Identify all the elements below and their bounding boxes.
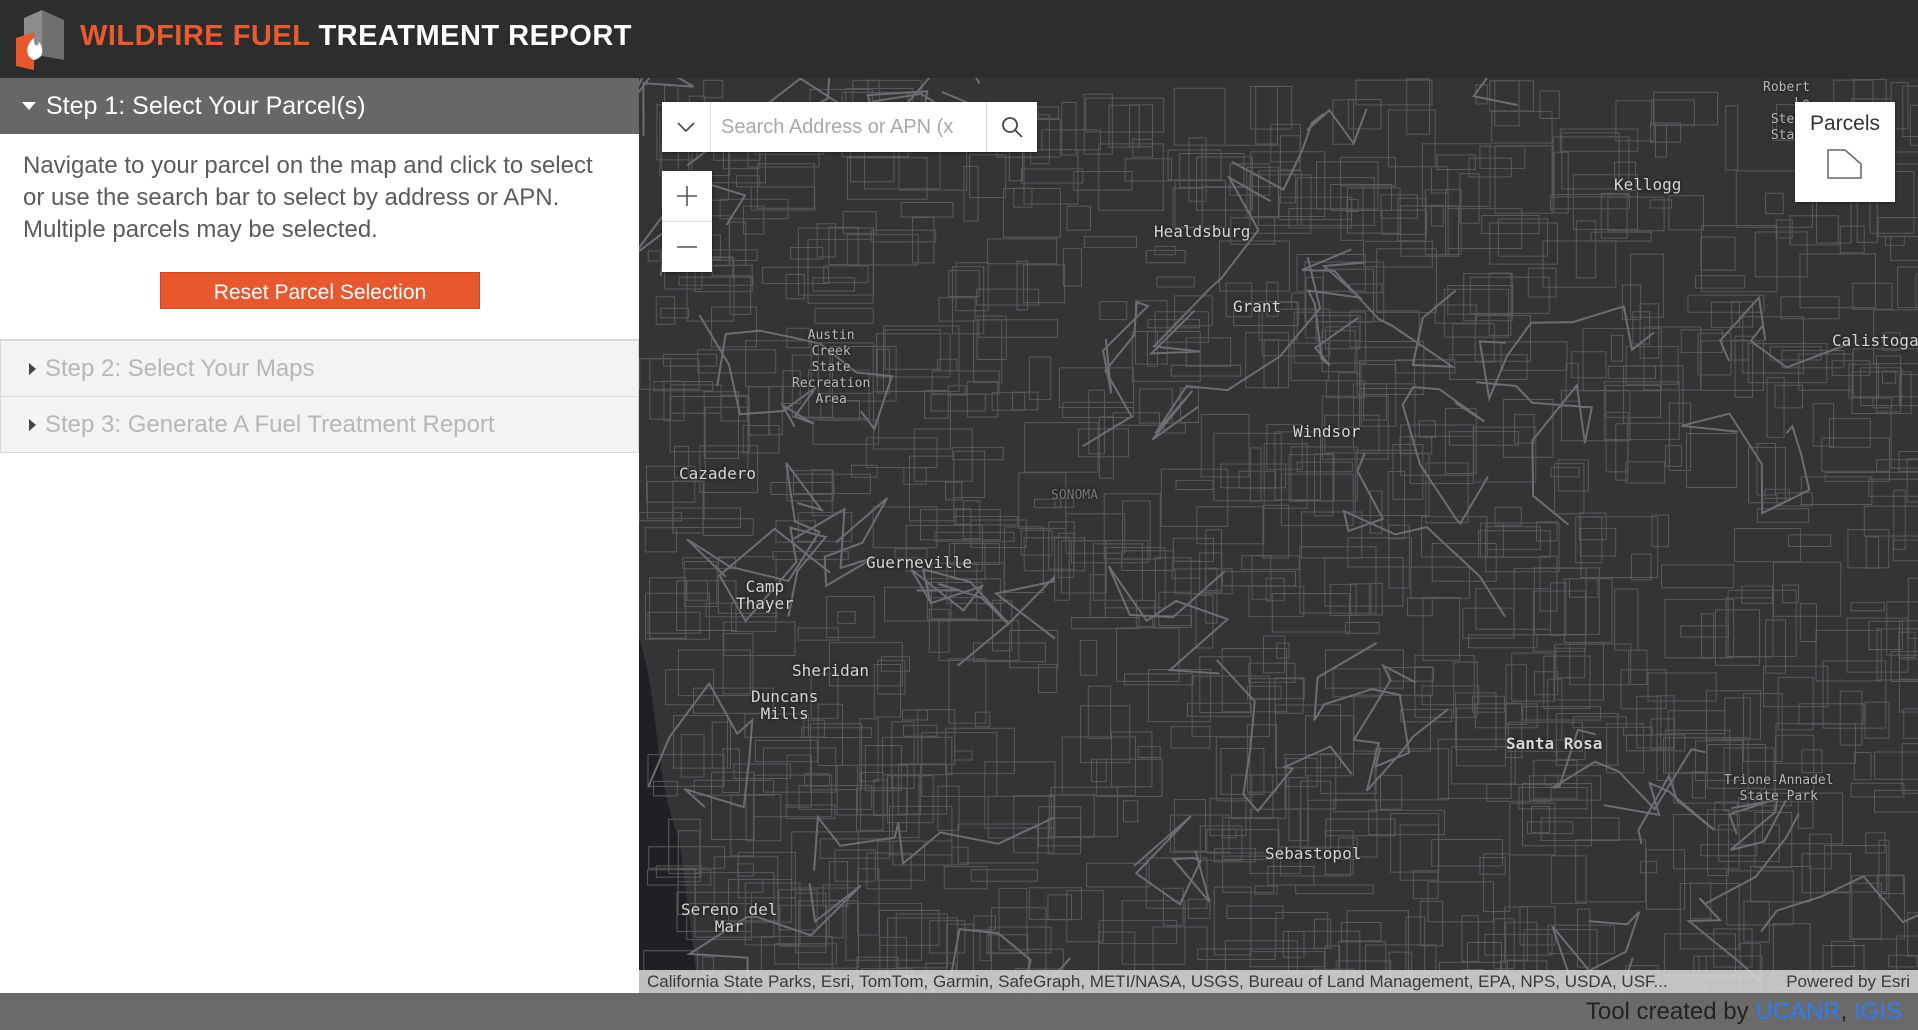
step2-label: Step 2: Select Your Maps — [45, 354, 315, 382]
search-button[interactable] — [986, 102, 1037, 152]
caret-right-icon — [29, 418, 36, 431]
zoom-in-button[interactable] — [662, 171, 712, 222]
place-label: Santa Rosa — [1506, 734, 1603, 753]
title-main: TREATMENT REPORT — [318, 20, 633, 52]
place-label: Grant — [1233, 297, 1282, 316]
search-icon — [1002, 117, 1023, 138]
step3-header[interactable]: Step 3: Generate A Fuel Treatment Report — [0, 397, 639, 453]
sidebar: Step 1: Select Your Parcel(s) Navigate t… — [0, 78, 639, 993]
map-view[interactable]: Healdsburg Grant Kellogg Calistoga Winds… — [639, 78, 1918, 993]
search-widget — [662, 102, 1037, 152]
place-label: Kellogg — [1614, 175, 1682, 194]
powered-by-esri[interactable]: Powered by Esri — [1786, 972, 1910, 992]
igis-link[interactable]: IGIS — [1854, 998, 1902, 1025]
ucanr-link[interactable]: UCANR — [1755, 998, 1840, 1025]
polygon-icon — [1827, 149, 1862, 179]
caret-down-icon — [22, 102, 36, 110]
place-label: Guerneville — [866, 553, 972, 572]
place-label: Cazadero — [679, 464, 757, 483]
app-title: WILDFIRE FUEL TREATMENT REPORT — [80, 18, 632, 54]
zoom-out-button[interactable] — [662, 222, 712, 272]
step1-header[interactable]: Step 1: Select Your Parcel(s) — [0, 78, 639, 134]
footer-prefix: Tool created by — [1585, 998, 1749, 1025]
plus-icon — [677, 186, 697, 206]
place-label: SONOMA — [1051, 488, 1098, 503]
search-input[interactable] — [711, 102, 986, 152]
footer-separator: , — [1840, 998, 1848, 1025]
place-label: Sereno del Mar — [681, 900, 778, 936]
chevron-down-icon — [677, 122, 695, 133]
search-source-dropdown[interactable] — [662, 102, 711, 152]
place-label: Trione-Annadel State Park — [1724, 773, 1834, 804]
step2-header[interactable]: Step 2: Select Your Maps — [0, 340, 639, 397]
parcels-layer-button[interactable]: Parcels — [1795, 102, 1895, 202]
place-label: Windsor — [1293, 422, 1361, 441]
caret-right-icon — [29, 362, 36, 375]
place-label: Calistoga — [1832, 331, 1918, 350]
fire-logo-icon — [16, 10, 64, 70]
minus-icon — [677, 246, 697, 248]
title-accent: WILDFIRE FUEL — [80, 20, 310, 52]
app-footer: Tool created by UCANR, IGIS — [0, 993, 1918, 1030]
map-attribution: California State Parks, Esri, TomTom, Ga… — [639, 970, 1918, 993]
step3-label: Step 3: Generate A Fuel Treatment Report — [45, 410, 495, 438]
place-label: Camp Thayer — [736, 577, 794, 613]
place-label: Healdsburg — [1154, 222, 1251, 241]
place-label: Sebastopol — [1265, 844, 1362, 863]
legend-title: Parcels — [1809, 112, 1881, 135]
place-label: Sheridan — [792, 661, 870, 680]
reset-parcel-selection-button[interactable]: Reset Parcel Selection — [160, 272, 480, 309]
zoom-control — [662, 171, 712, 272]
app-header: WILDFIRE FUEL TREATMENT REPORT — [0, 0, 1918, 78]
place-label: Duncans Mills — [751, 687, 819, 723]
attribution-text: California State Parks, Esri, TomTom, Ga… — [647, 971, 1668, 991]
place-label: Austin Creek State Recreation Area — [792, 328, 871, 407]
step1-instructions: Navigate to your parcel on the map and c… — [23, 152, 593, 243]
step1-label: Step 1: Select Your Parcel(s) — [46, 91, 366, 120]
step1-panel: Navigate to your parcel on the map and c… — [0, 134, 639, 340]
reset-wrap: Reset Parcel Selection — [23, 272, 617, 309]
